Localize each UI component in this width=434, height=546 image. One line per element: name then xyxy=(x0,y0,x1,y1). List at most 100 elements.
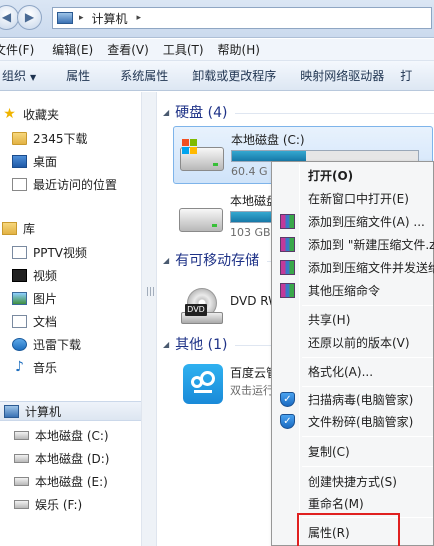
nav-drive-c[interactable]: 本地磁盘 (C:) xyxy=(14,425,155,445)
nav-label: 最近访问的位置 xyxy=(33,177,118,192)
nav-item-documents[interactable]: 文档 xyxy=(12,311,153,331)
ctx-label: 扫描病毒(电脑管家) xyxy=(308,393,414,407)
nav-item-2345-download[interactable]: 2345下载 xyxy=(12,128,153,148)
library-icon xyxy=(2,221,17,235)
shield-icon: ✓ xyxy=(280,392,295,407)
ctx-label: 在新窗口中打开(E) xyxy=(308,192,409,206)
pane-splitter[interactable]: ||| xyxy=(141,92,157,546)
desktop-icon xyxy=(12,154,27,168)
nav-computer[interactable]: 计算机 xyxy=(0,401,141,421)
ctx-add-archive[interactable]: 添加到压缩文件(A) ... xyxy=(274,211,433,232)
ctx-label: 还原以前的版本(V) xyxy=(308,336,410,350)
nav-item-videos[interactable]: 视频 xyxy=(12,265,153,285)
document-icon xyxy=(12,314,27,328)
ctx-open[interactable]: 打开(O) xyxy=(274,165,433,186)
collapse-triangle-icon: ◢ xyxy=(163,339,170,349)
system-properties-button[interactable]: 系统属性 xyxy=(120,67,168,84)
ctx-label: 重命名(M) xyxy=(308,497,364,511)
nav-drive-d[interactable]: 本地磁盘 (D:) xyxy=(14,448,155,468)
nav-item-pptv[interactable]: PPTV视频 xyxy=(12,242,153,262)
nav-item-pictures[interactable]: 图片 xyxy=(12,288,153,308)
navigation-pane: ★ 收藏夹 2345下载 桌面 最近访问的位置 库 PPTV视频 视频 图片 文… xyxy=(0,92,141,546)
computer-icon xyxy=(57,12,73,24)
uninstall-program-button[interactable]: 卸载或更改程序 xyxy=(192,67,276,84)
star-icon: ★ xyxy=(3,105,16,122)
nav-label: 本地磁盘 (D:) xyxy=(35,451,110,466)
menu-separator xyxy=(302,436,433,437)
picture-icon xyxy=(12,291,27,305)
nav-label: 文档 xyxy=(33,314,58,329)
thunder-download-icon xyxy=(12,337,27,351)
ctx-open-new-window[interactable]: 在新窗口中打开(E) xyxy=(274,188,433,209)
address-bar-area: ◀ ▶ ▸ 计算机 ▸ xyxy=(0,0,434,38)
context-menu: 打开(O) 在新窗口中打开(E) 添加到压缩文件(A) ... 添加到 "新建压… xyxy=(271,161,434,546)
nav-label: 库 xyxy=(23,221,36,236)
nav-label: 视频 xyxy=(33,268,58,283)
nav-item-music[interactable]: ♪ 音乐 xyxy=(12,357,153,377)
group-title: 有可移动存储 xyxy=(175,253,260,269)
nav-label: PPTV视频 xyxy=(33,245,88,260)
winrar-icon xyxy=(280,283,295,298)
nav-label: 本地磁盘 (E:) xyxy=(35,474,108,489)
menu-help[interactable]: 帮助(H) xyxy=(218,41,260,58)
highlight-annotation xyxy=(297,513,400,546)
chevron-right-icon[interactable]: ▸ xyxy=(79,13,84,23)
ctx-label: 打开(O) xyxy=(308,169,354,183)
ctx-label: 创建快捷方式(S) xyxy=(308,475,397,489)
address-input[interactable]: ▸ 计算机 ▸ xyxy=(52,7,432,29)
hard-drive-icon xyxy=(14,499,29,509)
ctx-add-and-send[interactable]: 添加到压缩文件并发送给 xyxy=(274,257,434,278)
organize-label: 组织 xyxy=(2,69,27,83)
ctx-format[interactable]: 格式化(A)... xyxy=(274,361,433,382)
ctx-share[interactable]: 共享(H) xyxy=(274,309,433,330)
menu-view[interactable]: 查看(V) xyxy=(107,41,149,58)
nav-libraries[interactable]: 库 xyxy=(2,218,143,238)
menu-tools[interactable]: 工具(T) xyxy=(163,41,204,58)
nav-label: 娱乐 (F:) xyxy=(35,497,83,512)
hard-drive-icon xyxy=(14,453,29,463)
ctx-other-compress[interactable]: 其他压缩命令 xyxy=(274,280,433,301)
ctx-shred-file[interactable]: ✓ 文件粉碎(电脑管家) xyxy=(274,411,433,432)
shield-icon: ✓ xyxy=(280,414,295,429)
nav-label: 桌面 xyxy=(33,154,58,169)
menu-file[interactable]: 文件(F) xyxy=(0,41,34,58)
divider xyxy=(235,112,434,114)
dvd-drive-icon: DVD xyxy=(179,288,223,324)
nav-item-thunder-download[interactable]: 迅雷下载 xyxy=(12,334,153,354)
group-header-hard-disks[interactable]: ◢ 硬盘 (4) xyxy=(163,102,434,122)
nav-drive-e[interactable]: 本地磁盘 (E:) xyxy=(14,471,155,491)
drive-name: 本地磁盘 (C:) xyxy=(231,133,305,147)
ctx-label: 添加到压缩文件(A) ... xyxy=(308,215,425,229)
computer-icon xyxy=(4,404,19,418)
ctx-add-named-archive[interactable]: 添加到 "新建压缩文件.zi xyxy=(274,234,434,255)
menu-bar: 文件(F) 编辑(E) 查看(V) 工具(T) 帮助(H) xyxy=(0,39,434,61)
ctx-create-shortcut[interactable]: 创建快捷方式(S) xyxy=(274,471,433,492)
menu-edit[interactable]: 编辑(E) xyxy=(52,41,93,58)
open-control-panel-button[interactable]: 打 xyxy=(400,67,412,84)
grip-icon: ||| xyxy=(146,287,156,297)
chevron-right-icon[interactable]: ▸ xyxy=(137,13,142,23)
nav-label: 收藏夹 xyxy=(23,107,60,122)
ctx-copy[interactable]: 复制(C) xyxy=(274,441,433,462)
properties-button[interactable]: 属性 xyxy=(66,67,90,84)
nav-item-desktop[interactable]: 桌面 xyxy=(12,151,153,171)
nav-label: 音乐 xyxy=(33,360,58,375)
ctx-scan-virus[interactable]: ✓ 扫描病毒(电脑管家) xyxy=(274,389,433,410)
nav-favorites[interactable]: ★ 收藏夹 xyxy=(2,104,143,124)
baidu-cloud-icon xyxy=(179,364,223,404)
breadcrumb-computer[interactable]: 计算机 xyxy=(92,10,128,27)
ctx-rename[interactable]: 重命名(M) xyxy=(274,493,433,514)
map-network-drive-button[interactable]: 映射网络驱动器 xyxy=(300,67,384,84)
nav-label: 图片 xyxy=(33,291,58,306)
free-space: 60.4 G xyxy=(231,165,268,178)
ctx-restore-versions[interactable]: 还原以前的版本(V) xyxy=(274,332,433,353)
nav-item-recent[interactable]: 最近访问的位置 xyxy=(12,174,153,194)
nav-label: 2345下载 xyxy=(33,131,88,146)
nav-drive-f[interactable]: 娱乐 (F:) xyxy=(14,494,155,514)
video-icon xyxy=(12,268,27,282)
nav-label: 计算机 xyxy=(25,404,62,419)
ctx-label: 文件粉碎(电脑管家) xyxy=(308,415,414,429)
winrar-icon xyxy=(280,237,295,252)
forward-button[interactable]: ▶ xyxy=(17,5,42,30)
organize-button[interactable]: 组织 ▼ xyxy=(2,67,36,84)
